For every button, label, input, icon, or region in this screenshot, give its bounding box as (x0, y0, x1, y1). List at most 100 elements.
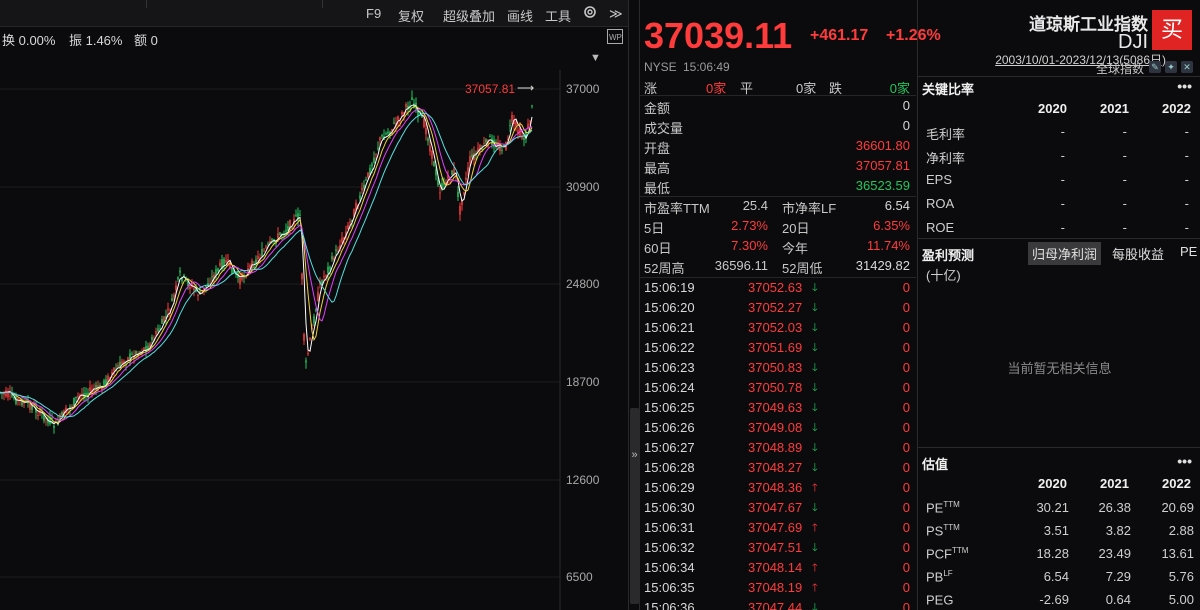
valuation-cell: 7.29 (1105, 569, 1131, 584)
ratio-name: ROE (926, 220, 955, 235)
valuation-cell: 2.88 (1168, 523, 1194, 538)
valuation-cell: 30.21 (1036, 500, 1069, 515)
candle-body (267, 243, 269, 245)
ratio-label: 市净率LF (782, 201, 837, 216)
candle-body (377, 147, 379, 149)
candle-body (531, 105, 533, 107)
expand-icon[interactable]: ≫ (609, 6, 623, 22)
tick-row: 15:06:34 37048.14 🡑 0 (644, 558, 912, 578)
more-icon[interactable]: ••• (1177, 78, 1192, 94)
candle-body (303, 334, 305, 341)
arrow-down-icon: 🡓 (812, 542, 818, 554)
stat-value: 37057.81 (855, 158, 910, 173)
toolbar-divider (146, 0, 147, 8)
candle-body (367, 172, 369, 178)
candle-body (299, 214, 301, 216)
candle-body (61, 412, 63, 416)
kline-chart[interactable]: 37000 30900 24800 18700 12600 6500 37057… (0, 70, 628, 610)
svg-text:WP: WP (609, 33, 622, 42)
tick-row: 15:06:31 37047.69 🡑 0 (644, 518, 912, 538)
candle-body (205, 286, 207, 288)
tick-volume: 0 (902, 420, 910, 435)
edit-icon[interactable]: ✎ (1149, 61, 1161, 73)
candle-body (197, 294, 199, 296)
fuquan-button[interactable]: 复权 (398, 6, 424, 25)
ratio-value: 25.4 (742, 198, 768, 213)
ratio-value: 36596.11 (714, 258, 768, 273)
valuation-suffix: TTM (952, 546, 969, 555)
candle-body (219, 262, 221, 266)
forecast-title: 盈利预测 (922, 248, 975, 263)
candle-body (175, 285, 177, 290)
chevron-down-icon[interactable]: ▼ (590, 52, 601, 64)
tab-eps[interactable]: 每股收益 (1108, 242, 1168, 265)
tick-row: 15:06:24 37050.78 🡓 0 (644, 378, 912, 398)
tick-time: 15:06:35 (644, 580, 695, 595)
ratio-value: 2.73% (731, 218, 768, 233)
candle-body (73, 397, 75, 407)
chart-toolbar: F9 复权 超级叠加 画线 工具 ≫ (0, 0, 628, 27)
ratio-cell: - (1060, 196, 1065, 211)
turnover-label: 换 0.00% (2, 33, 56, 48)
app-root: F9 复权 超级叠加 画线 工具 ≫ 换 0.00% 振 1.46% 额 0 W… (0, 0, 1200, 610)
candle-body (151, 337, 153, 341)
candle-body (71, 405, 73, 407)
kline-svg (0, 70, 561, 610)
buy-button[interactable]: 买 (1152, 10, 1192, 50)
tick-time: 15:06:32 (644, 540, 695, 555)
tick-row: 15:06:36 37047.44 🡓 0 (644, 598, 912, 610)
candle-body (211, 276, 213, 278)
moving-average-line (0, 112, 533, 418)
candle-body (167, 308, 169, 311)
candle-body (37, 415, 39, 417)
y-tick-label: 18700 (566, 375, 600, 389)
stat-label: 开盘 (644, 141, 671, 156)
candle-body (157, 328, 159, 332)
arrow-down-icon: 🡓 (812, 382, 818, 394)
candle-body (95, 384, 97, 389)
candle-body (29, 403, 31, 410)
quote-panel: 37039.11 +461.17 +1.26% NYSE 15:06:49 涨 … (640, 0, 941, 610)
global-index-link[interactable]: 全球指数 (1096, 60, 1144, 77)
exchange-label: NYSE (644, 60, 677, 74)
candle-body (313, 316, 315, 324)
stat-row: 开盘 36601.80 (644, 136, 912, 156)
candle-body (143, 347, 145, 350)
overlay-button[interactable]: 超级叠加 (443, 6, 495, 25)
valuation-cell: 5.00 (1168, 592, 1194, 607)
valuation-cell: 3.51 (1043, 523, 1069, 538)
collapse-icon[interactable]: » (629, 449, 640, 461)
candle-body (317, 292, 319, 302)
more-icon[interactable]: ••• (1177, 453, 1192, 469)
candle-body (361, 187, 363, 191)
candle-body (499, 144, 501, 152)
pin-icon[interactable]: ✦ (1165, 61, 1177, 73)
valuation-cell: 3.82 (1105, 523, 1131, 538)
candle-body (7, 392, 9, 398)
splitter-handle[interactable] (630, 408, 639, 604)
ratio-label: 市盈率TTM (644, 201, 710, 216)
tab-pe[interactable]: PE (1176, 242, 1200, 261)
candle-body (459, 206, 461, 215)
candle-body (359, 195, 361, 199)
f9-button[interactable]: F9 (366, 6, 381, 21)
quote-time: 15:06:49 (683, 60, 730, 74)
draw-line-button[interactable]: 画线 (507, 6, 533, 25)
candle-body (277, 233, 279, 239)
divider (918, 238, 1200, 239)
candle-body (433, 161, 435, 167)
tab-net-profit[interactable]: 归母净利润 (1028, 242, 1102, 265)
tick-row: 15:06:32 37047.51 🡓 0 (644, 538, 912, 558)
tick-row: 15:06:35 37048.19 🡑 0 (644, 578, 912, 598)
candle-body (53, 425, 55, 428)
valuation-name: PSTTM (926, 523, 960, 538)
ratio-value: 11.74% (866, 238, 910, 253)
candle-body (161, 319, 163, 324)
close-icon[interactable]: ✕ (1181, 61, 1193, 73)
panel-splitter[interactable]: » (628, 0, 640, 610)
candle-body (189, 286, 191, 289)
wp-icon[interactable]: WP (607, 29, 623, 47)
gear-icon[interactable] (582, 4, 598, 23)
high-arrow-icon: ⟶ (517, 81, 535, 95)
tools-button[interactable]: 工具 (545, 6, 571, 25)
